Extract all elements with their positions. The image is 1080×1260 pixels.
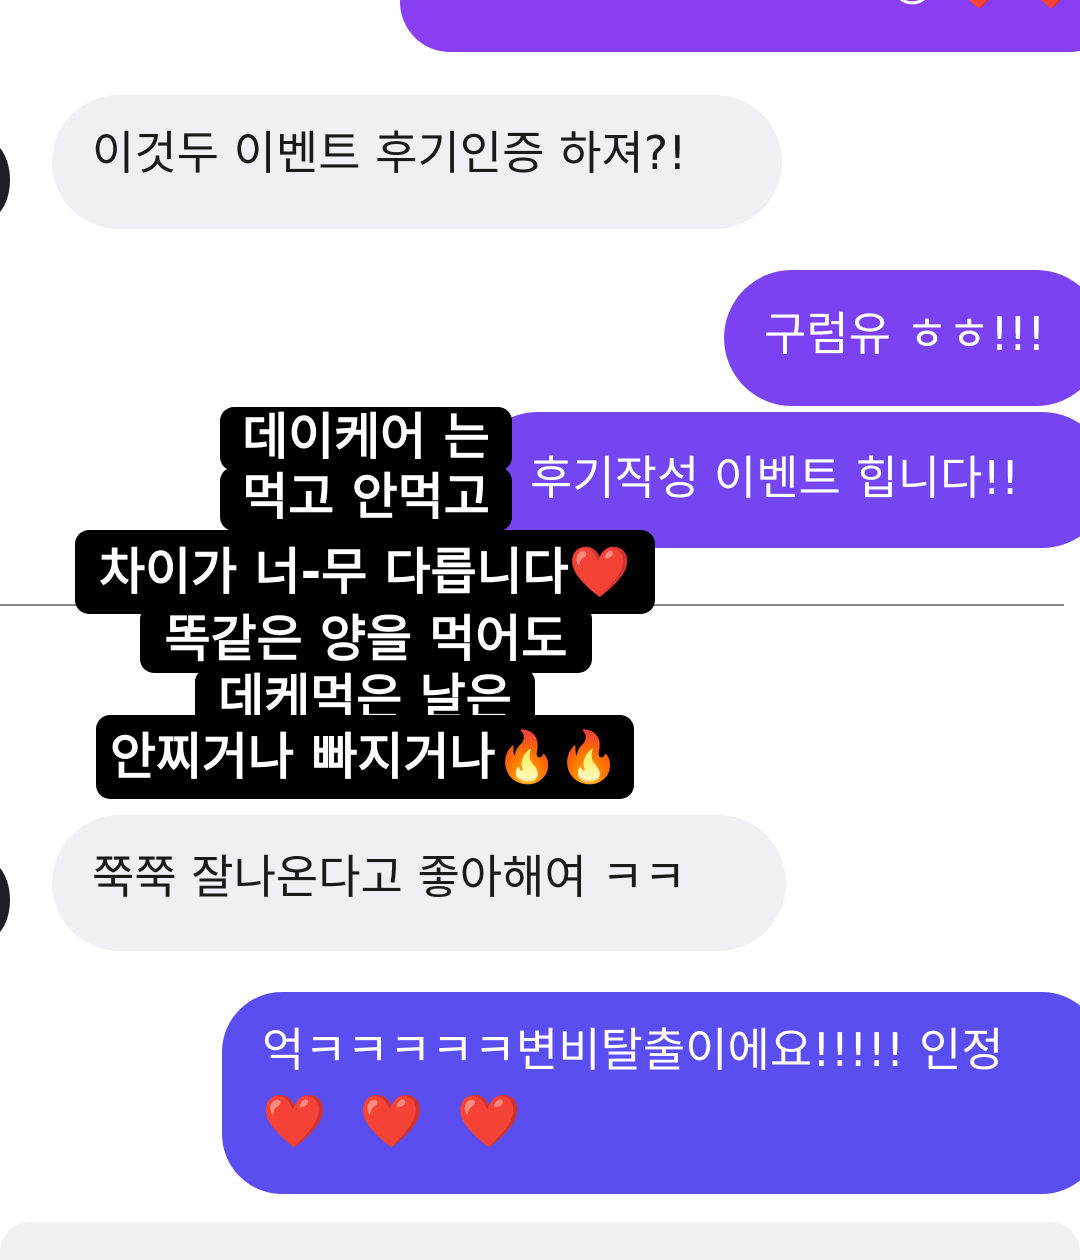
outgoing-message-bubble[interactable]: 억ㅋㅋㅋㅋㅋ변비탈출이에요!!!!! 인정 ❤️ ❤️ ❤️ [222,992,1080,1194]
message-text: 구럼유 ㅎㅎ!!! [764,307,1046,361]
incoming-message-bubble[interactable]: 쭉쭉 잘나온다고 좋아해여 ㅋㅋ [52,815,786,951]
incoming-message-bubble[interactable]: 이것두 이벤트 후기인증 하져?! [52,95,782,229]
sender-avatar[interactable] [0,140,10,220]
caption-line: 안찌거나 빠지거나🔥🔥 [96,715,634,799]
outgoing-message-bubble[interactable]: 😊 ❤️ ❤️ [400,0,1080,52]
message-emoji: ❤️ ❤️ ❤️ [262,1091,530,1152]
outgoing-message-bubble[interactable]: 후기작성 이벤트 힙니다!! [470,412,1080,548]
caption-line: 데이케어 는 [220,407,512,471]
message-text: 이것두 이벤트 후기인증 하져?! [92,126,687,180]
message-text: 후기작성 이벤트 힙니다!! [530,451,1020,505]
caption-line: 똑같은 양을 먹어도 [140,605,592,673]
outgoing-message-bubble[interactable]: 구럼유 ㅎㅎ!!! [724,270,1080,406]
message-text: 억ㅋㅋㅋㅋㅋ변비탈출이에요!!!!! 인정 [262,1023,1004,1077]
message-emoji: 😊 ❤️ ❤️ [888,0,1080,14]
message-text: 쭉쭉 잘나온다고 좋아해여 ㅋㅋ [92,850,687,904]
sender-avatar[interactable] [0,860,10,940]
caption-line: 먹고 안먹고 [220,467,512,531]
caption-line: 차이가 너-무 다릅니다❤️ [75,530,655,614]
message-composer[interactable] [0,1222,1080,1260]
